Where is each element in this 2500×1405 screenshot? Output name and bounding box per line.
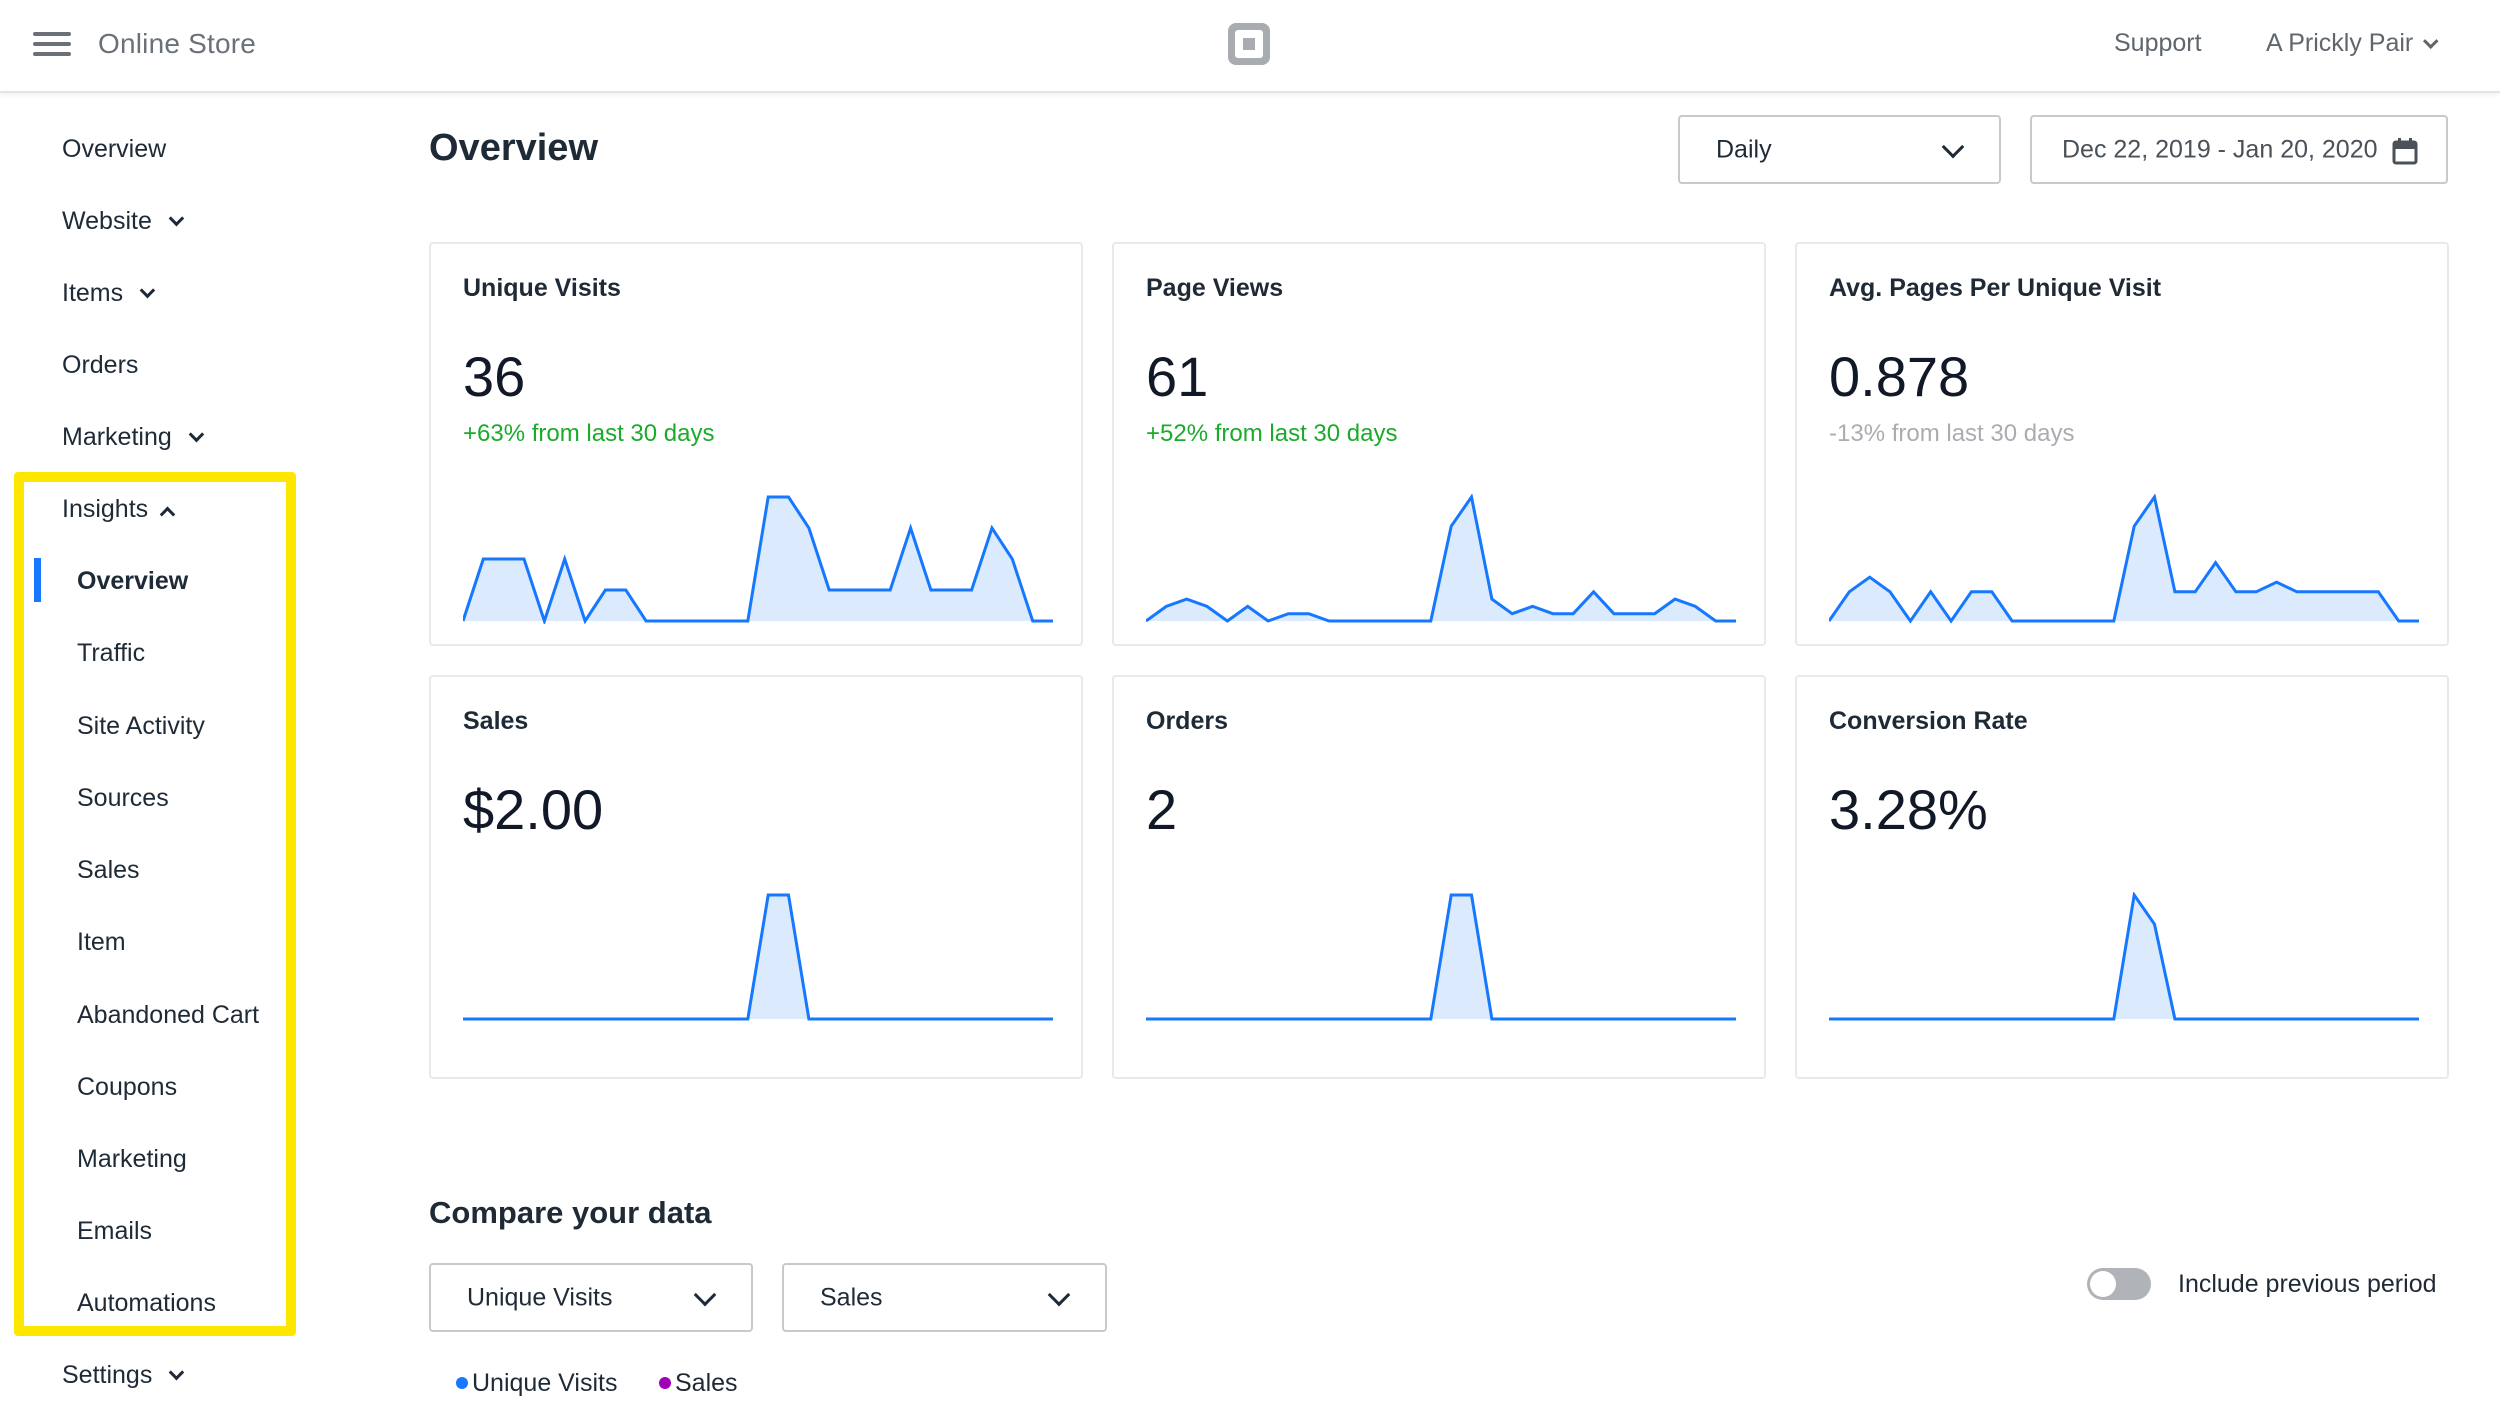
page-title: Overview [429,127,598,169]
card-delta: -13% from last 30 days [1829,420,2075,447]
sidebar-subitem-traffic[interactable]: Traffic [77,639,145,668]
metric-card-page-views[interactable]: Page Views 61 +52% from last 30 days [1112,242,1766,646]
card-value: 2 [1146,778,1178,841]
legend-dot-icon [456,1377,468,1389]
sidebar-subitem-coupons[interactable]: Coupons [77,1073,177,1102]
card-title: Orders [1146,707,1228,735]
card-value: 0.878 [1829,345,1970,408]
sparkline-sales [463,893,1053,1021]
card-value: $2.00 [463,778,604,841]
chevron-down-icon [1047,1283,1071,1307]
sparkline-unique-visits [463,495,1053,624]
sidebar-item-marketing[interactable]: Marketing [62,423,204,452]
sidebar-item-label: Website [62,207,152,235]
compare-section-title: Compare your data [429,1195,712,1230]
square-logo-icon[interactable] [1228,23,1270,65]
metric-card-sales[interactable]: Sales $2.00 [429,675,1083,1079]
sidebar-subitem-sources[interactable]: Sources [77,784,169,813]
date-range-value: Dec 22, 2019 - Jan 20, 2020 [2062,135,2378,163]
app-title: Online Store [98,28,257,59]
sidebar-item-label: Marketing [62,423,172,451]
legend-label: Unique Visits [472,1369,618,1397]
sidebar-subitem-site-activity[interactable]: Site Activity [77,712,205,741]
hamburger-menu-icon[interactable] [33,30,71,58]
card-title: Page Views [1146,274,1284,302]
legend-item-unique-visits: Unique Visits [456,1369,617,1398]
card-value: 36 [463,345,526,408]
sidebar-item-label: Insights [62,495,149,523]
compare-metric-2-value: Sales [820,1283,883,1311]
metric-card-unique-visits[interactable]: Unique Visits 36 +63% from last 30 days [429,242,1083,646]
chevron-up-icon [159,506,176,523]
include-previous-period-toggle[interactable] [2087,1268,2151,1300]
account-menu[interactable]: A Prickly Pair [2266,29,2439,58]
sidebar-subitem-overview[interactable]: Overview [77,567,188,596]
calendar-icon [2392,138,2418,165]
sidebar-subitem-sales[interactable]: Sales [77,856,140,885]
sidebar-item-insights[interactable]: Insights [62,495,176,524]
sidebar-item-label: Items [62,279,124,307]
sparkline-orders [1146,893,1736,1021]
sidebar-item-label: Overview [62,135,167,163]
chevron-down-icon [1941,135,1965,159]
sidebar-item-label: Orders [62,351,139,379]
metric-card-avg-pages[interactable]: Avg. Pages Per Unique Visit 0.878 -13% f… [1795,242,2449,646]
sparkline-area [1146,497,1736,621]
legend-item-sales: Sales [659,1369,738,1398]
card-title: Conversion Rate [1829,707,2028,735]
sparkline-page-views [1146,494,1736,623]
chevron-down-icon [169,1364,185,1381]
sparkline-conversion-rate [1829,892,2419,1021]
compare-metric-2-select[interactable]: Sales [782,1263,1107,1332]
include-previous-period-label: Include previous period [2178,1270,2437,1298]
toggle-knob [2090,1271,2116,1297]
chevron-down-icon [2423,33,2439,50]
sidebar-item-overview[interactable]: Overview [62,135,166,164]
sidebar-subitem-automations[interactable]: Automations [77,1289,216,1318]
sidebar-item-website[interactable]: Website [62,207,185,236]
interval-select-value: Daily [1716,135,1772,163]
sidebar-item-label: Settings [62,1361,153,1389]
sidebar-item-items[interactable]: Items [62,279,156,308]
interval-select[interactable]: Daily [1678,115,2001,184]
sidebar-subitem-item[interactable]: Item [77,928,126,957]
chevron-down-icon [168,210,185,227]
card-delta: +52% from last 30 days [1146,420,1398,447]
sidebar-item-settings[interactable]: Settings [62,1361,185,1390]
sparkline-avg-pages [1829,494,2419,624]
top-bar: Online Store Support A Prickly Pair [0,0,2500,93]
legend-label: Sales [675,1369,738,1397]
sidebar-subitem-abandoned-cart[interactable]: Abandoned Cart [77,1001,259,1030]
card-title: Avg. Pages Per Unique Visit [1829,274,2162,302]
support-link[interactable]: Support [2114,29,2202,58]
card-value: 61 [1146,345,1209,408]
metric-card-conversion-rate[interactable]: Conversion Rate 3.28% [1795,675,2449,1079]
compare-metric-1-select[interactable]: Unique Visits [429,1263,753,1332]
sidebar-nav: Overview Website Items Orders Marketing … [0,93,340,1405]
metric-card-orders[interactable]: Orders 2 [1112,675,1766,1079]
card-value: 3.28% [1829,778,1988,841]
active-indicator [34,558,41,602]
chevron-down-icon [188,426,204,443]
legend-dot-icon [659,1377,671,1389]
sidebar-subitem-emails[interactable]: Emails [77,1217,152,1246]
card-delta: +63% from last 30 days [463,420,715,447]
card-title: Unique Visits [463,274,621,302]
chevron-down-icon [139,282,156,299]
sparkline-area [1829,497,2419,621]
account-name: A Prickly Pair [2266,29,2414,57]
compare-metric-1-value: Unique Visits [467,1283,613,1311]
date-range-picker[interactable]: Dec 22, 2019 - Jan 20, 2020 [2030,115,2448,184]
sidebar-subitem-marketing[interactable]: Marketing [77,1145,187,1174]
card-title: Sales [463,707,529,735]
chevron-down-icon [693,1283,717,1307]
sidebar-item-orders[interactable]: Orders [62,351,138,380]
